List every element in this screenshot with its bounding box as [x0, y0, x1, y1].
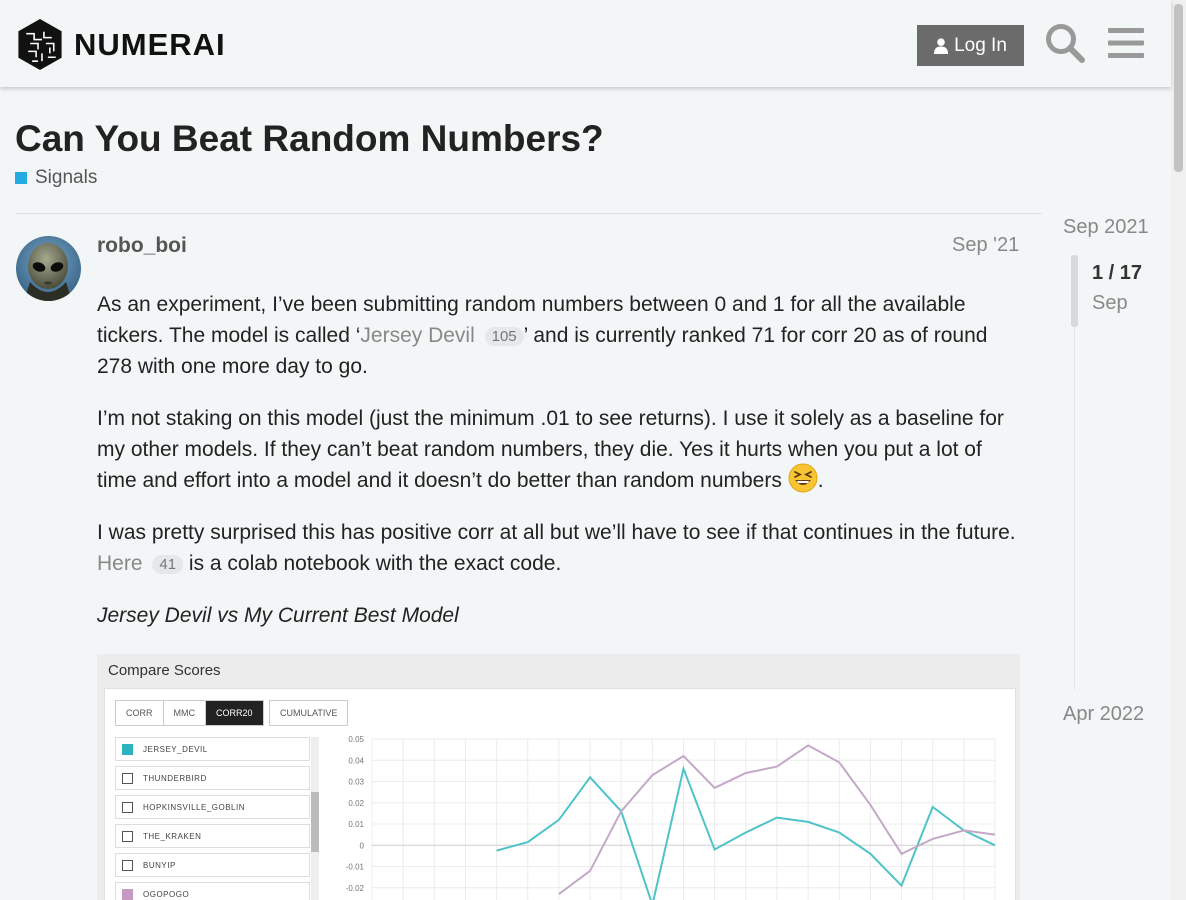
- model-list-scrollbar: [311, 737, 319, 900]
- text: .: [817, 469, 824, 492]
- checkbox-icon: [122, 772, 133, 784]
- login-label: Log In: [954, 34, 1007, 56]
- alien-avatar-image: [16, 236, 81, 301]
- title-divider: [15, 213, 1042, 214]
- model-name: HOPKINSVILLE_GOBLIN: [143, 802, 245, 812]
- category-link[interactable]: Signals: [15, 167, 97, 189]
- y-tick-label: -0.02: [346, 884, 365, 893]
- checkbox-icon: [122, 888, 133, 900]
- user-icon: [934, 37, 949, 54]
- timeline-current-month: Sep: [1092, 292, 1128, 314]
- timeline-handle[interactable]: [1071, 255, 1078, 327]
- model-name: THUNDERBIRD: [143, 773, 207, 783]
- y-tick-label: 0: [360, 841, 365, 850]
- tab-corr20: CORR20: [206, 701, 263, 725]
- model-name: THE_KRAKEN: [143, 831, 202, 841]
- model-item: THE_KRAKEN: [115, 824, 310, 848]
- timeline-start-date[interactable]: Sep 2021: [1063, 216, 1149, 239]
- model-list: JERSEY_DEVIL THUNDERBIRD HOPKINSVILLE_GO…: [115, 737, 310, 900]
- hamburger-menu-icon[interactable]: [1108, 27, 1144, 59]
- post-paragraph-2: I’m not staking on this model (just the …: [97, 403, 1027, 496]
- text: I’m not staking on this model (just the …: [97, 407, 1004, 492]
- checkbox-icon: [122, 801, 133, 813]
- search-icon[interactable]: [1044, 22, 1086, 64]
- numerai-logo-icon: [18, 18, 62, 71]
- site-header: NUMERAI Log In: [0, 0, 1171, 87]
- model-item: HOPKINSVILLE_GOBLIN: [115, 795, 310, 819]
- timeline-end-date[interactable]: Apr 2022: [1063, 703, 1144, 726]
- avatar[interactable]: [16, 236, 81, 301]
- page-scrollbar[interactable]: [1171, 0, 1186, 900]
- post-paragraph-3: I was pretty surprised this has positive…: [97, 517, 1027, 579]
- tab-corr: CORR: [116, 701, 164, 725]
- post-username[interactable]: robo_boi: [97, 234, 187, 258]
- y-tick-label: 0.04: [348, 756, 364, 765]
- laughing-emoji-icon: [788, 463, 818, 493]
- numerai-logo[interactable]: NUMERAI: [16, 18, 226, 71]
- category-badge: [15, 172, 27, 184]
- model-item: THUNDERBIRD: [115, 766, 310, 790]
- link-click-count: 105: [484, 326, 524, 346]
- checkbox-icon: [122, 743, 133, 755]
- tab-mmc: MMC: [164, 701, 206, 725]
- checkbox-icon: [122, 830, 133, 842]
- topic-title[interactable]: Can You Beat Random Numbers?: [15, 118, 604, 160]
- model-name: BUNYIP: [143, 860, 176, 870]
- y-tick-label: 0.02: [348, 799, 364, 808]
- login-button[interactable]: Log In: [917, 25, 1024, 66]
- corr20-line-chart: 0.050.040.030.020.010-0.01-0.02-0.03: [346, 735, 996, 900]
- post-body: As an experiment, I’ve been submitting r…: [97, 289, 1027, 652]
- tab-cumulative: CUMULATIVE: [269, 700, 349, 726]
- image-caption: Jersey Devil vs My Current Best Model: [97, 604, 459, 628]
- compare-scores-image[interactable]: Compare Scores CORR MMC CORR20 CUMULATIV…: [97, 654, 1020, 900]
- model-item: OGOPOGO: [115, 882, 310, 900]
- checkbox-icon: [122, 859, 133, 871]
- timeline-post-count: 1 / 17: [1092, 262, 1143, 284]
- text: is a colab notebook with the exact code.: [188, 552, 562, 576]
- model-item: JERSEY_DEVIL: [115, 737, 310, 761]
- post-date[interactable]: Sep '21: [952, 234, 1019, 257]
- embed-title: Compare Scores: [108, 662, 221, 679]
- logo-wordmark: NUMERAI: [74, 26, 226, 62]
- y-tick-label: 0.03: [348, 778, 364, 787]
- page-scrollbar-thumb[interactable]: [1174, 4, 1183, 172]
- here-link[interactable]: Here: [97, 552, 143, 575]
- category-label: Signals: [35, 167, 98, 188]
- compare-scores-panel: CORR MMC CORR20 CUMULATIVE JERSEY_DEVIL …: [104, 688, 1016, 900]
- model-name: JERSEY_DEVIL: [143, 744, 208, 754]
- post-paragraph-1: As an experiment, I’ve been submitting r…: [97, 289, 1027, 382]
- jersey-devil-link[interactable]: Jersey Devil: [360, 324, 474, 347]
- y-tick-label: 0.01: [348, 820, 364, 829]
- y-tick-label: -0.01: [346, 863, 365, 872]
- link-click-count: 41: [152, 555, 184, 575]
- y-tick-label: 0.05: [348, 735, 364, 744]
- score-tabs: CORR MMC CORR20: [115, 700, 264, 726]
- model-name: OGOPOGO: [143, 889, 190, 899]
- text: I was pretty surprised this has positive…: [97, 521, 1016, 545]
- model-item: BUNYIP: [115, 853, 310, 877]
- model-list-scrollbar-thumb: [311, 792, 319, 852]
